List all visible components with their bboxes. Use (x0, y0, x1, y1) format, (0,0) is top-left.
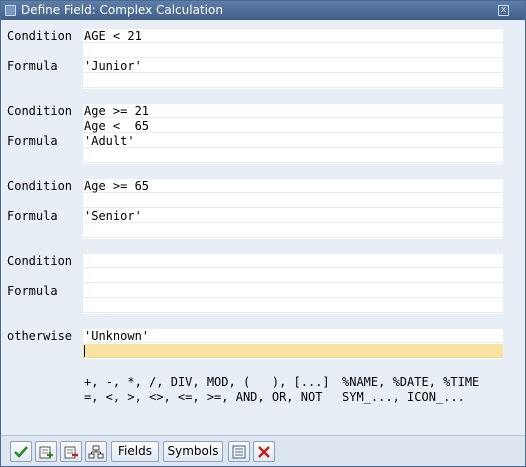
delete-line-icon (64, 446, 78, 459)
condition-label-1: Condition (7, 29, 73, 43)
condition-1-line-1[interactable]: AGE < 21 (83, 29, 503, 43)
block-3-editor: Age >= 65 'Senior' (83, 179, 503, 239)
structure-icon (88, 445, 104, 459)
formula-2-line-1[interactable]: 'Adult' (83, 134, 503, 148)
title-bar: Define Field: Complex Calculation x (1, 1, 525, 20)
otherwise-line-1[interactable]: 'Unknown' (83, 329, 503, 343)
insert-line-button[interactable] (35, 441, 57, 462)
cancel-button[interactable] (253, 441, 275, 462)
condition-3-line-2[interactable] (83, 194, 503, 208)
formula-4-line-1[interactable] (83, 284, 503, 298)
symbols-help-line-1: %NAME, %DATE, %TIME (342, 375, 480, 389)
window-title: Define Field: Complex Calculation (21, 3, 223, 17)
cancel-icon (258, 446, 270, 458)
block-1-editor: AGE < 21 'Junior' (83, 29, 503, 89)
otherwise-line-2[interactable] (83, 344, 503, 358)
block-4-editor (83, 254, 503, 314)
operators-help-line-1: +, -, *, /, DIV, MOD, ( ), [...] (84, 375, 330, 389)
list-icon (232, 445, 246, 459)
block-2-editor: Age >= 21 Age < 65 'Adult' (83, 104, 503, 164)
formula-label-2: Formula (7, 134, 58, 148)
list-button[interactable] (228, 441, 250, 462)
delete-line-button[interactable] (60, 441, 82, 462)
insert-line-icon (39, 446, 53, 459)
formula-3-line-2[interactable] (83, 224, 503, 238)
formula-label-1: Formula (7, 59, 58, 73)
formula-4-line-2[interactable] (83, 299, 503, 313)
condition-label-4: Condition (7, 254, 73, 268)
window-icon (5, 5, 16, 16)
structure-button[interactable] (85, 441, 107, 462)
bottom-toolbar: Fields Symbols (1, 435, 525, 466)
formula-label-4: Formula (7, 284, 58, 298)
otherwise-editor: 'Unknown' (83, 329, 503, 359)
formula-label-3: Formula (7, 209, 58, 223)
text-cursor (84, 345, 85, 357)
fields-button[interactable]: Fields (111, 441, 159, 462)
formula-1-line-1[interactable]: 'Junior' (83, 59, 503, 73)
condition-3-line-1[interactable]: Age >= 65 (83, 179, 503, 193)
condition-2-line-1[interactable]: Age >= 21 (83, 104, 503, 118)
close-button[interactable]: x (498, 5, 509, 16)
confirm-button[interactable] (10, 441, 32, 462)
dialog-window: Define Field: Complex Calculation x Cond… (0, 0, 526, 467)
symbols-button[interactable]: Symbols (163, 441, 223, 462)
symbols-help-line-2: SYM_..., ICON_... (342, 390, 465, 404)
condition-2-line-2[interactable]: Age < 65 (83, 119, 503, 133)
formula-3-line-1[interactable]: 'Senior' (83, 209, 503, 223)
operators-help-line-2: =, <, >, <>, <=, >=, AND, OR, NOT (84, 390, 323, 404)
condition-label-2: Condition (7, 104, 73, 118)
condition-label-3: Condition (7, 179, 73, 193)
otherwise-label: otherwise (7, 329, 73, 343)
check-icon (14, 446, 28, 458)
condition-4-line-1[interactable] (83, 254, 503, 268)
condition-4-line-2[interactable] (83, 269, 503, 283)
formula-2-line-2[interactable] (83, 149, 503, 163)
formula-1-line-2[interactable] (83, 74, 503, 88)
condition-1-line-2[interactable] (83, 44, 503, 58)
